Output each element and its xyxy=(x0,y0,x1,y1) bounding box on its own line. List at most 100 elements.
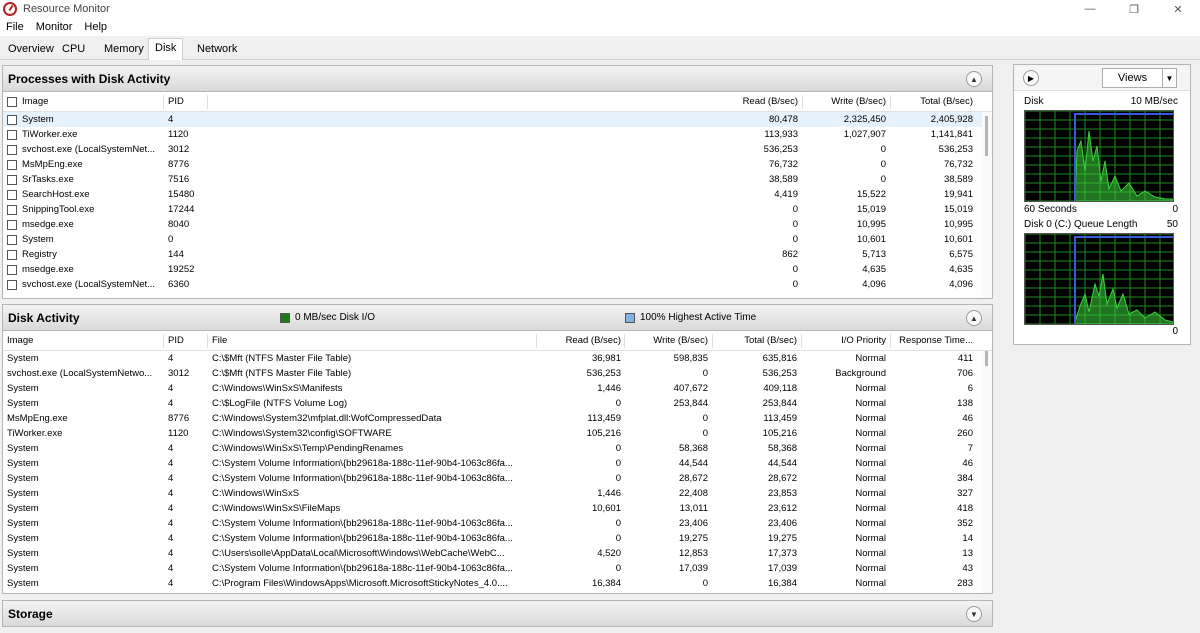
da-total: 105,216 xyxy=(762,428,797,439)
da-col-file[interactable]: File xyxy=(212,331,532,350)
da-col-priority[interactable]: I/O Priority xyxy=(802,331,886,350)
tab-overview[interactable]: Overview xyxy=(2,40,60,60)
process-total: 19,941 xyxy=(943,189,973,200)
da-col-response[interactable]: Response Time... xyxy=(891,331,973,350)
col-pid[interactable]: PID xyxy=(168,92,208,111)
processes-header[interactable]: Processes with Disk Activity ▲ xyxy=(3,66,992,92)
da-pid: 4 xyxy=(168,503,174,514)
table-row[interactable]: System 4 C:\Users\solle\AppData\Local\Micr… xyxy=(3,546,992,561)
table-row[interactable]: SnippingTool.exe 17244 0 15,019 15,019 xyxy=(3,202,992,217)
da-write: 407,672 xyxy=(673,383,708,394)
table-row[interactable]: MsMpEng.exe 8776 C:\Windows\System32\mfpla… xyxy=(3,411,992,426)
tab-disk[interactable]: Disk xyxy=(148,38,184,61)
da-col-total[interactable]: Total (B/sec) xyxy=(713,331,797,350)
select-all-checkbox[interactable] xyxy=(7,96,17,107)
processes-scrollbar[interactable] xyxy=(982,112,992,298)
storage-panel: Storage ▼ xyxy=(2,600,993,627)
col-image[interactable]: Image xyxy=(7,92,162,111)
da-col-write[interactable]: Write (B/sec) xyxy=(625,331,708,350)
table-row[interactable]: System 4 C:\System Volume Information\{bb2… xyxy=(3,561,992,576)
table-row[interactable]: System 4 80,478 2,325,450 2,405,928 xyxy=(3,112,992,127)
process-checkbox[interactable] xyxy=(7,189,17,200)
da-col-image[interactable]: Image xyxy=(7,331,162,350)
process-total: 6,575 xyxy=(949,249,973,260)
table-row[interactable]: MsMpEng.exe 8776 76,732 0 76,732 xyxy=(3,157,992,172)
table-row[interactable]: SrTasks.exe 7516 38,589 0 38,589 xyxy=(3,172,992,187)
da-file: C:\Program Files\WindowsApps\Microsoft.M… xyxy=(212,578,508,589)
table-row[interactable]: System 4 C:\Program Files\WindowsApps\Micr… xyxy=(3,576,992,591)
process-checkbox[interactable] xyxy=(7,249,17,260)
table-row[interactable]: System 4 C:\System Volume Information\{bb2… xyxy=(3,456,992,471)
tab-cpu[interactable]: CPU xyxy=(56,40,91,60)
menu-file[interactable]: File xyxy=(0,21,30,33)
process-checkbox[interactable] xyxy=(7,129,17,140)
table-row[interactable]: System 4 C:\System Volume Information\{bb2… xyxy=(3,516,992,531)
da-image: System xyxy=(7,383,39,394)
table-row[interactable]: System 4 C:\$LogFile (NTFS Volume Log) 0 253… xyxy=(3,396,992,411)
table-row[interactable]: System 4 C:\System Volume Information\{bb2… xyxy=(3,471,992,486)
restore-button[interactable]: ❐ xyxy=(1112,0,1156,18)
close-button[interactable]: ✕ xyxy=(1156,0,1200,18)
table-row[interactable]: svchost.exe (LocalSystemNet... 6360 0 4,096… xyxy=(3,277,992,292)
disk-activity-collapse-button[interactable]: ▲ xyxy=(966,310,982,326)
process-pid: 7516 xyxy=(168,174,190,185)
table-row[interactable]: System 4 C:\Windows\WinSxS 1,446 22,408 23,85… xyxy=(3,486,992,501)
da-pid: 4 xyxy=(168,488,174,499)
da-image: System xyxy=(7,458,39,469)
da-write: 44,544 xyxy=(678,458,708,469)
da-write: 0 xyxy=(702,428,708,439)
process-checkbox[interactable] xyxy=(7,219,17,230)
table-row[interactable]: SearchHost.exe 15480 4,419 15,522 19,941 xyxy=(3,187,992,202)
process-read: 76,732 xyxy=(768,159,798,170)
process-checkbox[interactable] xyxy=(7,174,17,185)
activity-trace xyxy=(1074,130,1174,202)
da-col-pid[interactable]: PID xyxy=(168,331,208,350)
views-label: Views xyxy=(1117,72,1148,84)
table-row[interactable]: System 4 C:\Windows\WinSxS\Manifests 1,446 4… xyxy=(3,381,992,396)
disk-activity-header[interactable]: Disk Activity 0 MB/sec Disk I/O 100% Hig… xyxy=(3,305,992,331)
tab-network[interactable]: Network xyxy=(191,40,243,60)
da-image: System xyxy=(7,548,39,559)
table-row[interactable]: TiWorker.exe 1120 113,933 1,027,907 1,141,84… xyxy=(3,127,992,142)
process-checkbox[interactable] xyxy=(7,144,17,155)
views-dropdown[interactable]: Views ▼ xyxy=(1102,68,1177,88)
process-checkbox[interactable] xyxy=(7,114,17,125)
da-total: 23,406 xyxy=(767,518,797,529)
minimize-button[interactable]: — xyxy=(1068,0,1112,18)
process-checkbox[interactable] xyxy=(7,204,17,215)
disk-activity-scrollbar[interactable] xyxy=(982,351,992,593)
table-row[interactable]: System 0 0 10,601 10,601 xyxy=(3,232,992,247)
tab-memory[interactable]: Memory xyxy=(98,40,150,60)
da-pid: 4 xyxy=(168,473,174,484)
menu-monitor[interactable]: Monitor xyxy=(30,21,79,33)
process-checkbox[interactable] xyxy=(7,279,17,290)
col-total[interactable]: Total (B/sec) xyxy=(891,92,973,111)
table-row[interactable]: msedge.exe 19252 0 4,635 4,635 xyxy=(3,262,992,277)
table-row[interactable]: System 4 C:\$Mft (NTFS Master File Table) 3… xyxy=(3,351,992,366)
processes-collapse-button[interactable]: ▲ xyxy=(966,71,982,87)
chevron-right-icon: ▶ xyxy=(1027,73,1035,83)
table-row[interactable]: System 4 C:\Windows\WinSxS\Temp\PendingRen… xyxy=(3,441,992,456)
da-total: 23,612 xyxy=(767,503,797,514)
process-checkbox[interactable] xyxy=(7,264,17,275)
process-checkbox[interactable] xyxy=(7,234,17,245)
process-total: 4,096 xyxy=(949,279,973,290)
table-row[interactable]: msedge.exe 8040 0 10,995 10,995 xyxy=(3,217,992,232)
storage-expand-button[interactable]: ▼ xyxy=(966,606,982,622)
process-checkbox[interactable] xyxy=(7,159,17,170)
col-write[interactable]: Write (B/sec) xyxy=(803,92,886,111)
table-row[interactable]: Registry 144 862 5,713 6,575 xyxy=(3,247,992,262)
table-row[interactable]: TiWorker.exe 1120 C:\Windows\System32\conf… xyxy=(3,426,992,441)
table-row[interactable]: svchost.exe (LocalSystemNetwo... 3012 C:\$… xyxy=(3,366,992,381)
disk-io-swatch xyxy=(280,312,290,323)
col-read[interactable]: Read (B/sec) xyxy=(703,92,798,111)
table-row[interactable]: System 4 C:\System Volume Information\{bb2… xyxy=(3,531,992,546)
table-row[interactable]: svchost.exe (LocalSystemNet... 3012 536,25… xyxy=(3,142,992,157)
collapse-graph-pane-button[interactable]: ▶ xyxy=(1023,70,1039,86)
da-col-read[interactable]: Read (B/sec) xyxy=(537,331,621,350)
process-read: 0 xyxy=(792,279,798,290)
process-read: 862 xyxy=(782,249,798,260)
table-row[interactable]: System 4 C:\Windows\WinSxS\FileMaps 10,601 1… xyxy=(3,501,992,516)
menu-help[interactable]: Help xyxy=(78,21,113,33)
storage-header[interactable]: Storage ▼ xyxy=(3,601,992,626)
